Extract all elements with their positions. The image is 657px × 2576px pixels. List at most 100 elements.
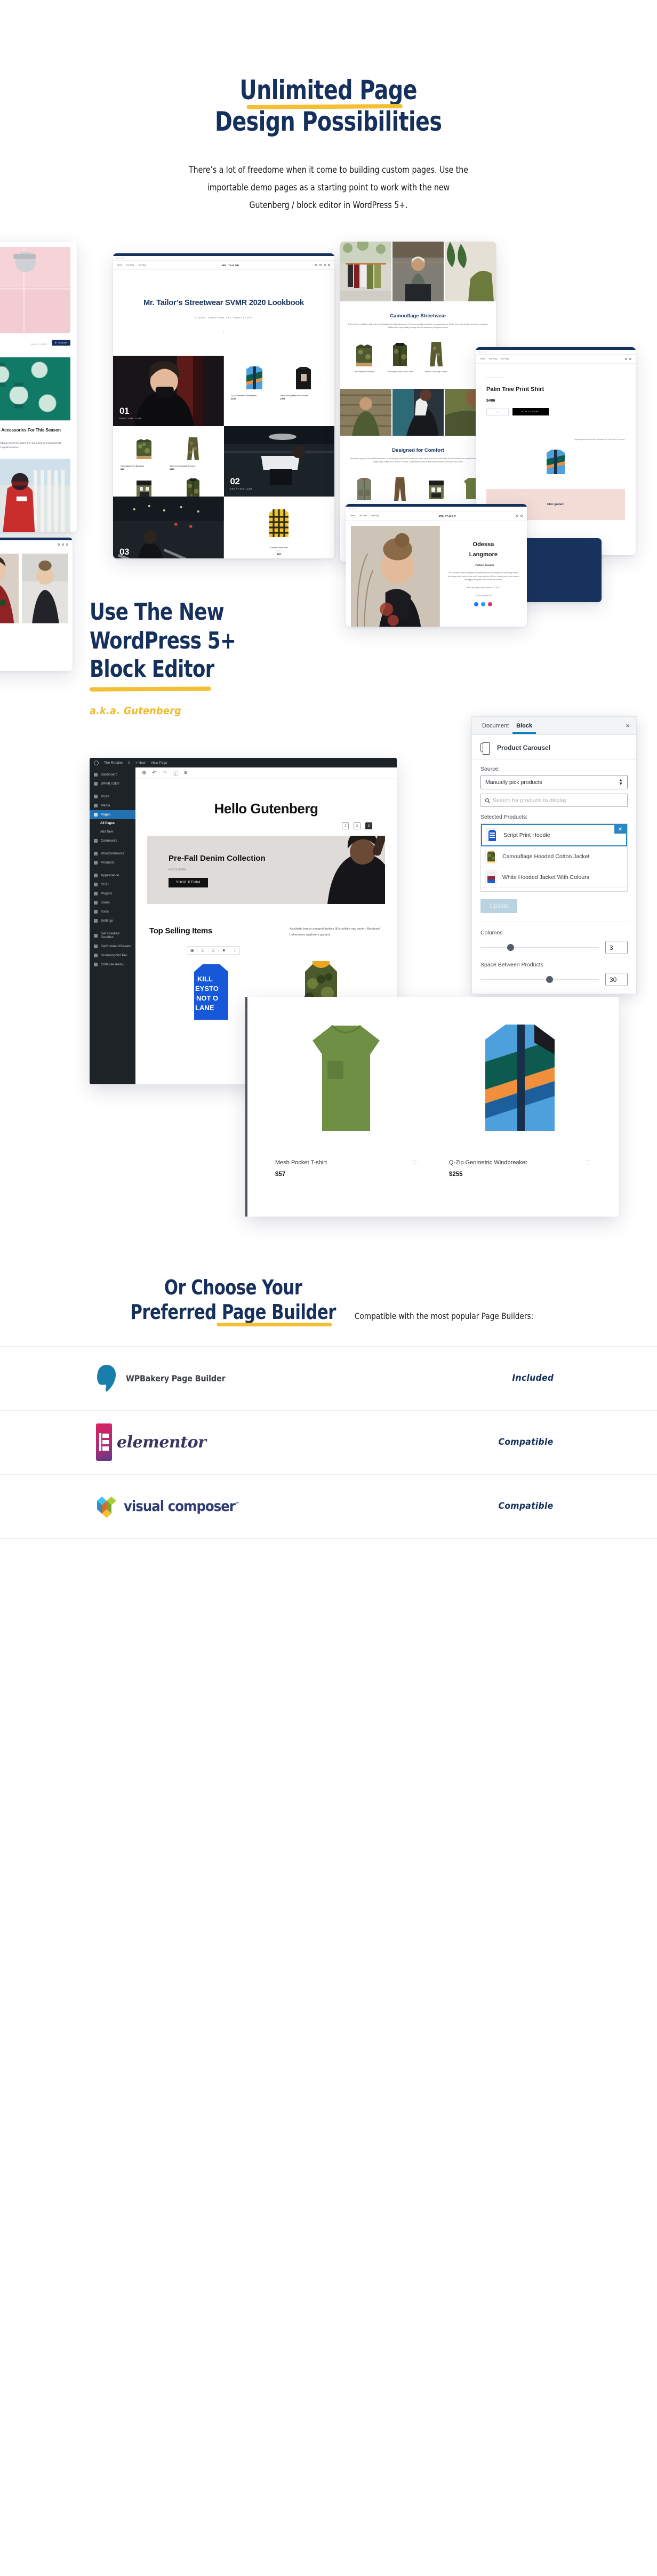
sidebar-item-hummingbird-pro[interactable]: Hummingbird Pro: [90, 951, 135, 960]
banner-subtitle-placeholder[interactable]: Add Subtitle: [169, 868, 266, 871]
nav-link-shop[interactable]: The Shop: [126, 264, 135, 266]
sidebar-item-tools[interactable]: Tools: [90, 907, 135, 916]
quantity-stepper[interactable]: − 1 +: [486, 408, 509, 415]
inspector-tabs[interactable]: Document Block ×: [472, 717, 636, 735]
close-icon[interactable]: ×: [626, 722, 630, 730]
tab-block[interactable]: Block: [512, 718, 536, 734]
product-card[interactable]: Tapered Camouflage Trousers: [420, 336, 453, 373]
columns-1-button[interactable]: 1: [342, 822, 349, 829]
nav-link-shop[interactable]: The Shop: [489, 358, 498, 360]
columns-2-button[interactable]: 2: [354, 822, 360, 829]
table-row[interactable]: WPBakery Page Builder Included: [0, 1346, 657, 1411]
product-card[interactable]: Mesh Pocket T-shirt ♡ $57: [275, 1009, 417, 1217]
space-slider-row[interactable]: 30: [480, 973, 628, 986]
comment-count[interactable]: 0: [128, 761, 130, 765]
scroll-down-icon[interactable]: ↓: [113, 330, 334, 334]
nav-link-shop[interactable]: The Shop: [359, 515, 367, 517]
sidebar-item-getbowtied-goodies[interactable]: Get Bowtied Goodies: [90, 929, 135, 942]
section-title[interactable]: Top Selling Items: [149, 926, 212, 935]
list-item[interactable]: Navy blue coach jacket with neon: [481, 888, 627, 891]
redo-icon[interactable]: ↷: [163, 770, 167, 776]
sidebar-item-posts[interactable]: Posts: [90, 792, 135, 801]
remove-icon[interactable]: ✕: [614, 825, 626, 834]
nav-link-home[interactable]: Home: [350, 515, 355, 517]
sidebar-item-add-new[interactable]: Add New: [90, 828, 135, 836]
nav-link-home[interactable]: Home: [117, 264, 123, 266]
block-toolbar[interactable]: ▣ ☰ ☰ ■ ⋮: [187, 946, 240, 955]
decrement-icon[interactable]: −: [490, 411, 491, 413]
list-item[interactable]: White Hooded Jacket With Colours: [481, 867, 627, 888]
increment-icon[interactable]: +: [504, 411, 505, 413]
mockup-nav-links[interactable]: Home The Shop The Blog: [480, 358, 509, 360]
align-left-icon[interactable]: ☰: [198, 948, 209, 953]
sidebar-item-comments[interactable]: Comments: [90, 836, 135, 845]
columns-slider-row[interactable]: 3: [480, 941, 628, 954]
sidebar-item-plugins[interactable]: Plugins: [90, 889, 135, 898]
space-value-input[interactable]: 30: [605, 973, 628, 986]
column-layout-selector[interactable]: 1 2 3: [135, 822, 397, 836]
columns-3-button[interactable]: 3: [365, 822, 372, 829]
next-icon[interactable]: →: [561, 425, 564, 428]
sidebar-item-users[interactable]: Users: [90, 898, 135, 907]
columns-slider-track[interactable]: [480, 944, 599, 951]
source-select[interactable]: Manually pick products ▲ ▼: [480, 775, 628, 789]
wp-admin-sidebar[interactable]: Dashboard WPMU DEV Posts Media Pages All…: [90, 767, 135, 1084]
prev-icon[interactable]: ←: [548, 425, 550, 428]
demo-mockup-blog-top[interactable]: MAY 5, 2020 ★ Featured Accessories For T…: [0, 242, 77, 532]
align-wide-icon[interactable]: ■: [219, 948, 230, 953]
product-card[interactable]: External / Affiliate Product $2,599: [170, 473, 216, 497]
info-icon[interactable]: ⓘ: [173, 769, 178, 777]
product-card[interactable]: Camouflage Hooded Cotton Jacket: [384, 336, 417, 373]
nav-icons[interactable]: [625, 358, 631, 360]
sidebar-item-dashboard[interactable]: Dashboard: [90, 770, 135, 779]
list-item[interactable]: Script Print Hoodie ✕: [481, 824, 627, 846]
tab-document[interactable]: Document: [478, 718, 512, 733]
align-center-icon[interactable]: ☰: [209, 948, 219, 953]
post-title[interactable]: Hello Gutenberg: [135, 779, 397, 822]
selected-products-list[interactable]: Script Print Hoodie ✕ Camouflage Hooded …: [480, 823, 628, 892]
sidebar-item-collapse-menu[interactable]: Collapse menu: [90, 960, 135, 969]
product-card[interactable]: Q-Zip Geometric Windbreaker $255: [231, 362, 278, 400]
nav-link-blog[interactable]: The Blog: [501, 358, 508, 360]
space-slider-track[interactable]: [480, 976, 599, 983]
columns-slider-knob[interactable]: [507, 944, 514, 951]
product-search-input[interactable]: Search for products to display: [480, 794, 628, 807]
list-item[interactable]: Camouflage Hooded Cotton Jacket: [481, 846, 627, 867]
sidebar-item-appearance[interactable]: Appearance: [90, 871, 135, 880]
banner-title[interactable]: Pre-Fall Denim Collection: [169, 854, 266, 864]
nav-icons[interactable]: [315, 264, 330, 266]
banner-button[interactable]: SHOP DENIM: [169, 877, 208, 887]
nav-icons[interactable]: [516, 515, 523, 517]
block-inspector-panel[interactable]: Document Block × Product Carousel Source…: [471, 716, 637, 994]
sidebar-item-pages[interactable]: Pages: [90, 810, 135, 819]
frontend-carousel-preview[interactable]: Mesh Pocket T-shirt ♡ $57 Q-Zip Geometri…: [245, 997, 619, 1217]
table-row[interactable]: visual composer™ Compatible: [0, 1474, 657, 1539]
site-name[interactable]: The Retailer: [104, 761, 123, 765]
block-navigation-icon[interactable]: ≡: [184, 770, 187, 776]
sidebar-item-yith[interactable]: YITH: [90, 880, 135, 889]
nav-link-blog[interactable]: The Blog: [371, 515, 378, 517]
add-block-icon[interactable]: ⊕: [142, 770, 146, 776]
sidebar-item-settings[interactable]: Settings: [90, 916, 135, 925]
product-card[interactable]: Tapered Camouflage Trousers $130: [170, 433, 216, 470]
columns-value-input[interactable]: 3: [605, 941, 628, 954]
wishlist-heart-icon[interactable]: ♡: [411, 1159, 417, 1166]
nav-link-blog[interactable]: The Blog: [138, 264, 146, 266]
nav-link-home[interactable]: Home: [480, 358, 485, 360]
sidebar-item-woocommerce[interactable]: WooCommerce: [90, 849, 135, 858]
more-options-icon[interactable]: ⋮: [229, 948, 239, 953]
product-card[interactable]: Q-Zip Geometric Windbreaker ♡ $255: [449, 1009, 591, 1217]
wordpress-logo-icon[interactable]: [94, 760, 99, 765]
sidebar-item-products[interactable]: Products: [90, 858, 135, 867]
mockup-nav-links[interactable]: Home The Shop The Blog: [350, 515, 379, 517]
product-card[interactable]: Camouflage Print Backpack: [348, 336, 381, 373]
wp-admin-bar[interactable]: The Retailer 0 + New View Page: [90, 758, 397, 767]
demo-mockup-lookbook[interactable]: Home The Shop The Blog MR. TAILOR Mr. Ta…: [113, 253, 334, 558]
product-card[interactable]: Rep (Dues ) Hybrid Print Hoodie $294: [281, 362, 327, 400]
hero-banner-block[interactable]: Pre-Fall Denim Collection Add Subtitle S…: [147, 836, 385, 904]
block-type-icon[interactable]: ▣: [187, 948, 198, 953]
lookbook-cell-02[interactable]: 02 SHOP THIS LOOK: [223, 426, 334, 497]
add-to-cart-button[interactable]: ADD TO CART: [512, 408, 549, 416]
mockup-nav-links[interactable]: Home The Shop The Blog: [117, 264, 146, 266]
editor-toolbar[interactable]: ⊕ ↶ ↷ ⓘ ≡: [135, 767, 397, 779]
